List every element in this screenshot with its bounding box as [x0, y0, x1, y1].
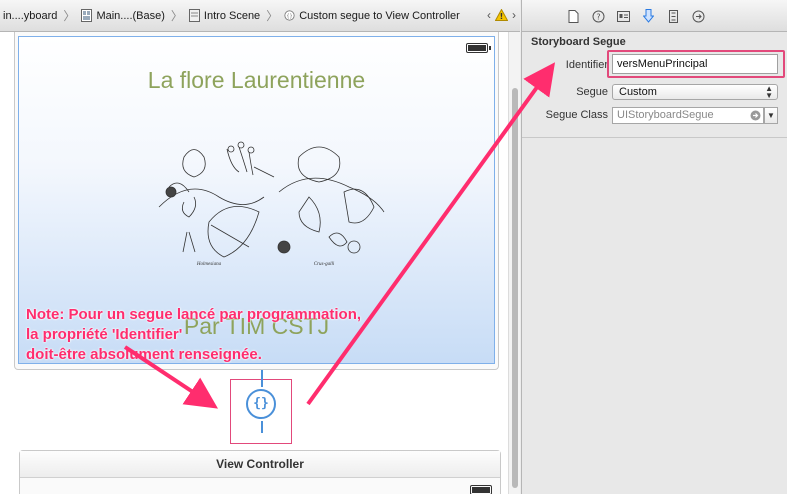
- botanical-illustration[interactable]: Holmesiana Crus-galli: [149, 137, 389, 269]
- annotation-line: la propriété 'Identifier': [26, 326, 183, 343]
- file-icon[interactable]: [566, 9, 580, 23]
- segue-label: Segue: [576, 86, 608, 98]
- warning-icon[interactable]: !: [495, 9, 508, 21]
- attributes-icon[interactable]: [641, 9, 655, 23]
- view-controller-title[interactable]: View Controller: [20, 451, 500, 478]
- crumb-main-base[interactable]: Main....(Base): [78, 9, 167, 22]
- identifier-highlight: [607, 50, 785, 78]
- scene-icon: [188, 9, 200, 22]
- view-controller-scene[interactable]: View Controller: [19, 450, 501, 494]
- crumb-storyboard[interactable]: in....yboard: [0, 10, 60, 22]
- crumb-separator: 〉: [170, 9, 183, 23]
- segue-class-field[interactable]: UIStoryboardSegue: [612, 107, 748, 124]
- crumb-storyboard-label: in....yboard: [3, 9, 58, 22]
- identity-icon[interactable]: [616, 9, 630, 23]
- segue-popup-value: Custom: [619, 86, 657, 98]
- storyboard-file-icon: [81, 9, 93, 22]
- canvas-scrollbar[interactable]: [508, 32, 520, 494]
- crumb-intro-scene[interactable]: Intro Scene: [186, 9, 263, 22]
- crumb-intro-scene-label: Intro Scene: [203, 9, 261, 22]
- chevron-right-icon[interactable]: ›: [512, 8, 516, 22]
- size-icon[interactable]: [666, 9, 680, 23]
- connections-icon[interactable]: [691, 9, 705, 23]
- scene-title-label[interactable]: La flore Laurentienne: [19, 67, 494, 94]
- battery-icon: [466, 43, 491, 53]
- plate-caption-left: Holmesiana: [196, 262, 222, 267]
- segue-popup[interactable]: Custom ▲ ▼: [612, 84, 778, 100]
- crumb-separator: 〉: [63, 9, 76, 23]
- segue-class-label: Segue Class: [545, 109, 608, 121]
- segue-icon[interactable]: {}: [246, 389, 276, 419]
- chevron-left-icon[interactable]: ‹: [487, 8, 491, 22]
- identifier-label: Identifier: [565, 59, 608, 71]
- crumb-segue[interactable]: {} Custom segue to View Controller: [281, 9, 463, 22]
- segue-small-icon: {}: [284, 10, 295, 21]
- class-dropdown-icon[interactable]: ▼: [764, 107, 778, 124]
- go-to-class-icon[interactable]: [747, 107, 764, 124]
- attributes-inspector: ? Storyboard Segue Identifier Segue Cust…: [521, 0, 787, 494]
- crumb-separator: 〉: [266, 9, 279, 23]
- svg-text:!: !: [500, 12, 504, 21]
- section-title: Storyboard Segue: [531, 36, 626, 48]
- popup-arrows-icon: ▲ ▼: [765, 84, 773, 100]
- crumb-main-base-label: Main....(Base): [96, 9, 165, 22]
- jump-bar: in....yboard 〉 Main....(Base) 〉 Intro Sc…: [0, 0, 520, 32]
- jump-bar-controls: ‹ ! ›: [487, 8, 516, 22]
- inspector-tab-bar: ?: [522, 0, 787, 32]
- svg-text:{}: {}: [287, 14, 293, 20]
- annotation-note: Note: Pour un segue lancé par programmat…: [26, 305, 361, 365]
- crumb-segue-label: Custom segue to View Controller: [299, 9, 460, 22]
- annotation-line: doit-être absolument renseignée.: [26, 346, 262, 363]
- svg-text:?: ?: [596, 12, 600, 21]
- segue-line: [261, 421, 263, 433]
- segue-line: [261, 370, 263, 387]
- plate-caption-right: Crus-galli: [314, 262, 335, 267]
- storyboard-canvas[interactable]: La flore Laurentienne Holmesiana Crus-ga…: [0, 32, 508, 494]
- scrollbar-thumb[interactable]: [512, 88, 518, 488]
- battery-icon: [470, 485, 492, 494]
- section-divider: [522, 137, 787, 138]
- help-icon[interactable]: ?: [591, 9, 605, 23]
- annotation-line: Note: Pour un segue lancé par programmat…: [26, 306, 362, 323]
